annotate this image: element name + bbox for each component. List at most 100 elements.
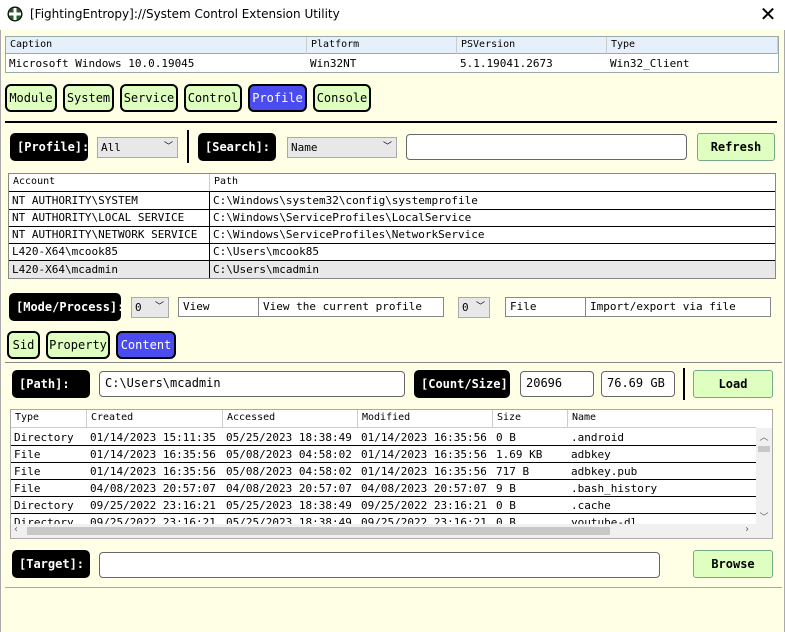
column-header[interactable]: Name [568,410,756,427]
load-button[interactable]: Load [693,370,773,398]
count-size-label: [Count/Size]: [414,370,515,398]
profile-path[interactable]: C:\Windows\ServiceProfiles\NetworkServic… [210,226,775,243]
content-created[interactable]: 01/14/2023 16:35:56 [87,446,223,463]
content-modified[interactable]: 09/25/2022 23:16:21 [358,497,493,514]
mode-dropdown[interactable]: 0 ﹀ [131,297,169,318]
content-accessed[interactable]: 05/25/2023 18:38:49 [223,497,358,514]
content-name[interactable]: adbkey.pub [568,463,756,480]
mode-name-field[interactable]: View [178,297,259,317]
content-accessed[interactable]: 05/08/2023 04:58:02 [223,463,358,480]
profile-path[interactable]: C:\Windows\ServiceProfiles\LocalService [210,209,775,226]
content-name[interactable]: adbkey [568,446,756,463]
content-size[interactable]: 0 B [493,429,568,446]
content-created[interactable]: 01/14/2023 15:11:35 [87,429,223,446]
title-bar: [FightingEntropy]://System Control Exten… [0,0,785,30]
content-type[interactable]: Directory [11,429,87,446]
horizontal-scrollbar[interactable]: ‹ › [11,524,772,538]
vertical-scrollbar[interactable]: ︿ ﹀ [756,428,772,524]
column-header[interactable]: Type [11,410,87,427]
profile-account[interactable]: L420-X64\mcadmin [9,261,210,278]
column-header[interactable]: Accessed [223,410,358,427]
profile-path[interactable]: C:\Users\mcadmin [210,261,775,278]
column-header[interactable]: Size [493,410,568,427]
system-grid: Caption Platform PSVersion Type Microsof… [5,36,779,73]
scroll-thumb[interactable] [758,446,770,452]
column-header[interactable]: Account [9,174,210,191]
content-size[interactable]: 9 B [493,480,568,497]
tab-console[interactable]: Console [313,84,371,112]
content-type[interactable]: File [11,446,87,463]
scroll-up-icon[interactable]: ︿ [756,430,772,443]
content-size[interactable]: 717 B [493,463,568,480]
size-field[interactable]: 76.69 GB [601,371,675,397]
profile-account[interactable]: NT AUTHORITY\SYSTEM [9,192,210,209]
content-modified[interactable]: 01/14/2023 16:35:56 [358,446,493,463]
tab-system[interactable]: System [63,84,114,112]
column-header[interactable]: Caption [6,37,307,54]
content-size[interactable]: 1.69 KB [493,446,568,463]
content-accessed[interactable]: 05/25/2023 18:38:49 [223,429,358,446]
content-type[interactable]: File [11,463,87,480]
close-icon[interactable]: ✕ [754,2,782,28]
content-modified[interactable]: 01/14/2023 16:35:56 [358,463,493,480]
column-header[interactable]: Modified [358,410,493,427]
profile-account[interactable]: L420-X64\mcook85 [9,243,210,260]
tab-service[interactable]: Service [120,84,178,112]
content-type[interactable]: Directory [11,497,87,514]
subtab-sid[interactable]: Sid [7,331,40,359]
content-created[interactable]: 09/25/2022 23:16:21 [87,497,223,514]
column-header[interactable]: Created [87,410,223,427]
system-psversion[interactable]: 5.1.19041.2673 [457,55,607,72]
profile-account[interactable]: NT AUTHORITY\NETWORK SERVICE [9,226,210,243]
process-dropdown-value: 0 [462,301,469,314]
content-name[interactable]: .android [568,429,756,446]
content-name[interactable]: .bash_history [568,480,756,497]
process-dropdown[interactable]: 0 ﹀ [458,297,490,318]
process-name-field[interactable]: File [505,297,586,317]
content-rows: Directory 01/14/2023 15:11:35 05/25/2023… [11,429,756,525]
column-header[interactable]: PSVersion [457,37,607,54]
content-modified[interactable]: 04/08/2023 20:57:07 [358,480,493,497]
column-header[interactable]: Platform [307,37,457,54]
scroll-left-icon[interactable]: ‹ [13,524,19,535]
tab-module[interactable]: Module [5,84,57,112]
path-label: [Path]: [12,370,90,398]
column-header[interactable]: Path [210,174,775,191]
content-name[interactable]: .cache [568,497,756,514]
column-header[interactable]: Type [607,37,778,54]
subtab-property[interactable]: Property [46,331,110,359]
content-type[interactable]: File [11,480,87,497]
tab-profile[interactable]: Profile [248,84,307,112]
system-caption[interactable]: Microsoft Windows 10.0.19045 [6,55,307,72]
divider [187,130,189,163]
system-platform[interactable]: Win32NT [307,55,457,72]
content-accessed[interactable]: 04/08/2023 20:57:07 [223,480,358,497]
profile-account[interactable]: NT AUTHORITY\LOCAL SERVICE [9,209,210,226]
scroll-down-icon[interactable]: ﹀ [756,510,772,523]
tab-control[interactable]: Control [184,84,242,112]
content-size[interactable]: 0 B [493,497,568,514]
profile-label: [Profile]: [10,133,89,161]
content-modified[interactable]: 01/14/2023 16:35:56 [358,429,493,446]
subtab-content[interactable]: Content [116,331,176,359]
refresh-button[interactable]: Refresh [697,133,775,161]
target-input[interactable] [99,552,660,578]
scroll-thumb[interactable] [27,527,610,535]
content-created[interactable]: 04/08/2023 20:57:07 [87,480,223,497]
count-field[interactable]: 20696 [520,371,594,397]
profile-grid: Account Path NT AUTHORITY\SYSTEM C:\Wind… [8,173,776,279]
profile-dropdown[interactable]: All ﹀ [97,137,178,158]
process-description-field[interactable]: Import/export via file [585,297,771,317]
system-type[interactable]: Win32_Client [607,55,778,72]
profile-path[interactable]: C:\Windows\system32\config\systemprofile [210,192,775,209]
search-input[interactable] [406,134,687,160]
profile-path[interactable]: C:\Users\mcook85 [210,243,775,260]
content-accessed[interactable]: 05/08/2023 04:58:02 [223,446,358,463]
scroll-right-icon[interactable]: › [744,524,750,535]
mode-description-field[interactable]: View the current profile [258,297,444,317]
browse-button[interactable]: Browse [693,550,773,578]
search-field-value: Name [291,141,318,154]
content-created[interactable]: 01/14/2023 16:35:56 [87,463,223,480]
path-input[interactable]: C:\Users\mcadmin [99,371,405,397]
search-field-dropdown[interactable]: Name ﹀ [287,137,397,158]
